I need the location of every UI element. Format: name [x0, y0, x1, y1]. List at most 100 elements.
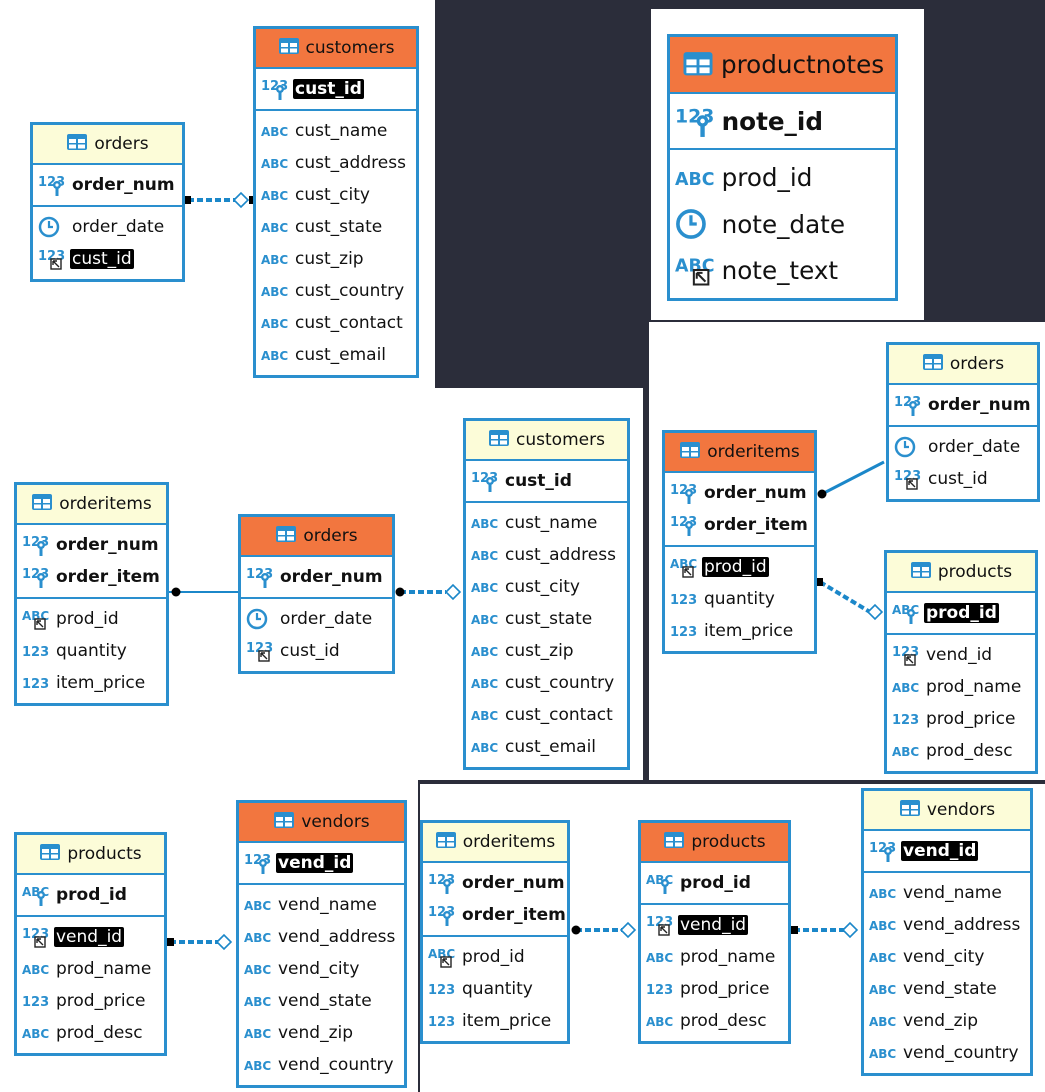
column-row[interactable]: ABC cust_address	[466, 539, 627, 571]
key-column-row[interactable]: 123 vend_id	[239, 847, 404, 879]
column-row[interactable]: ABC vend_state	[864, 973, 1030, 1005]
table-header[interactable]: products	[887, 553, 1035, 593]
column-row[interactable]: ABC prod_id	[423, 941, 567, 973]
column-row[interactable]: ABC cust_name	[256, 115, 416, 147]
column-row[interactable]: 123 quantity	[665, 583, 814, 615]
table-header[interactable]: customers	[256, 29, 416, 69]
column-row[interactable]: note_date	[670, 201, 895, 247]
products-table[interactable]: products ABC prod_id 123 vend_id ABC prod_name…	[638, 820, 791, 1044]
table-header[interactable]: orderitems	[665, 433, 814, 473]
column-row[interactable]: ABC prod_desc	[887, 735, 1035, 767]
column-row[interactable]: order_date	[241, 603, 392, 635]
column-row[interactable]: 123 cust_id	[889, 463, 1037, 495]
key-column-row[interactable]: ABC prod_id	[887, 597, 1035, 629]
key-column-row[interactable]: ABC prod_id	[17, 879, 164, 911]
productnotes-table[interactable]: productnotes 123 note_id ABC prod_id note_dat…	[667, 34, 898, 301]
table-header[interactable]: customers	[466, 421, 627, 461]
column-row[interactable]: 123 quantity	[17, 635, 166, 667]
column-row[interactable]: 123 vend_id	[641, 909, 788, 941]
column-row[interactable]: ABC cust_country	[466, 667, 627, 699]
key-column-row[interactable]: ABC prod_id	[641, 867, 788, 899]
column-row[interactable]: ABC vend_zip	[239, 1017, 404, 1049]
vendors-table[interactable]: vendors 123 vend_id ABC vend_name ABC vend_add…	[236, 800, 407, 1088]
customers-table[interactable]: customers 123 cust_id ABC cust_name ABC cust_a…	[463, 418, 630, 770]
orderitems-table[interactable]: orderitems 123 order_num 123 order_item ABC pr…	[662, 430, 817, 654]
orders-table[interactable]: orders 123 order_num order_date 123 cust_id	[30, 122, 185, 282]
key-column-row[interactable]: 123 order_item	[17, 561, 166, 593]
table-header[interactable]: orderitems	[423, 823, 567, 863]
column-row[interactable]: 123 vend_id	[887, 639, 1035, 671]
vendors-table[interactable]: vendors 123 vend_id ABC vend_name ABC vend_add…	[861, 788, 1033, 1076]
column-row[interactable]: ABC cust_contact	[466, 699, 627, 731]
key-column-row[interactable]: 123 cust_id	[466, 465, 627, 497]
column-row[interactable]: ABC vend_address	[239, 921, 404, 953]
table-header[interactable]: orders	[889, 345, 1037, 385]
column-row[interactable]: ABC vend_address	[864, 909, 1030, 941]
key-column-row[interactable]: 123 vend_id	[864, 835, 1030, 867]
column-row[interactable]: ABC cust_email	[256, 339, 416, 371]
column-row[interactable]: ABC cust_country	[256, 275, 416, 307]
column-row[interactable]: ABC vend_city	[864, 941, 1030, 973]
column-row[interactable]: 123 prod_price	[17, 985, 164, 1017]
orderitems-table[interactable]: orderitems 123 order_num 123 order_item ABC pr…	[14, 482, 169, 706]
column-row[interactable]: 123 item_price	[423, 1005, 567, 1037]
table-header[interactable]: products	[17, 835, 164, 875]
orders-table[interactable]: orders 123 order_num order_date 123 cust_id	[886, 342, 1040, 502]
column-row[interactable]: ABC prod_desc	[17, 1017, 164, 1049]
column-row[interactable]: ABC prod_id	[670, 154, 895, 200]
column-row[interactable]: ABC prod_desc	[641, 1005, 788, 1037]
customers-table[interactable]: customers 123 cust_id ABC cust_name ABC cust_a…	[253, 26, 419, 378]
column-row[interactable]: 123 cust_id	[241, 635, 392, 667]
table-header[interactable]: productnotes	[670, 37, 895, 95]
products-table[interactable]: products ABC prod_id 123 vend_id ABC prod_name…	[14, 832, 167, 1056]
column-row[interactable]: ABC prod_id	[665, 551, 814, 583]
column-row[interactable]: ABC cust_contact	[256, 307, 416, 339]
table-header[interactable]: orders	[241, 517, 392, 557]
column-row[interactable]: ABC cust_zip	[256, 243, 416, 275]
table-header[interactable]: vendors	[239, 803, 404, 843]
key-column-row[interactable]: 123 order_item	[665, 509, 814, 541]
column-row[interactable]: ABC prod_name	[887, 671, 1035, 703]
column-row[interactable]: ABC cust_state	[466, 603, 627, 635]
products-table[interactable]: products ABC prod_id 123 vend_id ABC prod_name…	[884, 550, 1038, 774]
column-row[interactable]: ABC prod_name	[641, 941, 788, 973]
column-row[interactable]: 123 prod_price	[641, 973, 788, 1005]
orderitems-table[interactable]: orderitems 123 order_num 123 order_item ABC pr…	[420, 820, 570, 1044]
column-row[interactable]: 123 vend_id	[17, 921, 164, 953]
column-row[interactable]: ABC vend_state	[239, 985, 404, 1017]
column-row[interactable]: 123 item_price	[17, 667, 166, 699]
key-column-row[interactable]: 123 order_num	[33, 169, 182, 201]
column-row[interactable]: ABC vend_country	[864, 1037, 1030, 1069]
column-row[interactable]: ABC vend_zip	[864, 1005, 1030, 1037]
column-row[interactable]: ABC vend_country	[239, 1049, 404, 1081]
key-column-row[interactable]: 123 order_num	[665, 477, 814, 509]
column-row[interactable]: ABC cust_city	[256, 179, 416, 211]
key-column-row[interactable]: 123 order_num	[241, 561, 392, 593]
table-header[interactable]: products	[641, 823, 788, 863]
column-row[interactable]: ABC prod_name	[17, 953, 164, 985]
column-row[interactable]: 123 quantity	[423, 973, 567, 1005]
column-row[interactable]: 123 item_price	[665, 615, 814, 647]
key-column-row[interactable]: 123 cust_id	[256, 73, 416, 105]
column-row[interactable]: ABC vend_city	[239, 953, 404, 985]
column-row[interactable]: ABC cust_zip	[466, 635, 627, 667]
column-row[interactable]: ABC cust_email	[466, 731, 627, 763]
key-column-row[interactable]: 123 order_item	[423, 899, 567, 931]
column-row[interactable]: ABC prod_id	[17, 603, 166, 635]
column-row[interactable]: 123 prod_price	[887, 703, 1035, 735]
table-header[interactable]: vendors	[864, 791, 1030, 831]
key-column-row[interactable]: 123 order_num	[17, 529, 166, 561]
column-row[interactable]: ABC vend_name	[239, 889, 404, 921]
column-row[interactable]: ABC vend_name	[864, 877, 1030, 909]
key-column-row[interactable]: 123 note_id	[670, 98, 895, 144]
column-row[interactable]: ABC cust_name	[466, 507, 627, 539]
column-row[interactable]: ABC cust_address	[256, 147, 416, 179]
column-row[interactable]: order_date	[33, 211, 182, 243]
column-row[interactable]: ABC cust_city	[466, 571, 627, 603]
column-row[interactable]: order_date	[889, 431, 1037, 463]
column-row[interactable]: ABC cust_state	[256, 211, 416, 243]
column-row[interactable]: ABC note_text	[670, 247, 895, 293]
orders-table[interactable]: orders 123 order_num order_date 123 cust_id	[238, 514, 395, 674]
key-column-row[interactable]: 123 order_num	[889, 389, 1037, 421]
key-column-row[interactable]: 123 order_num	[423, 867, 567, 899]
